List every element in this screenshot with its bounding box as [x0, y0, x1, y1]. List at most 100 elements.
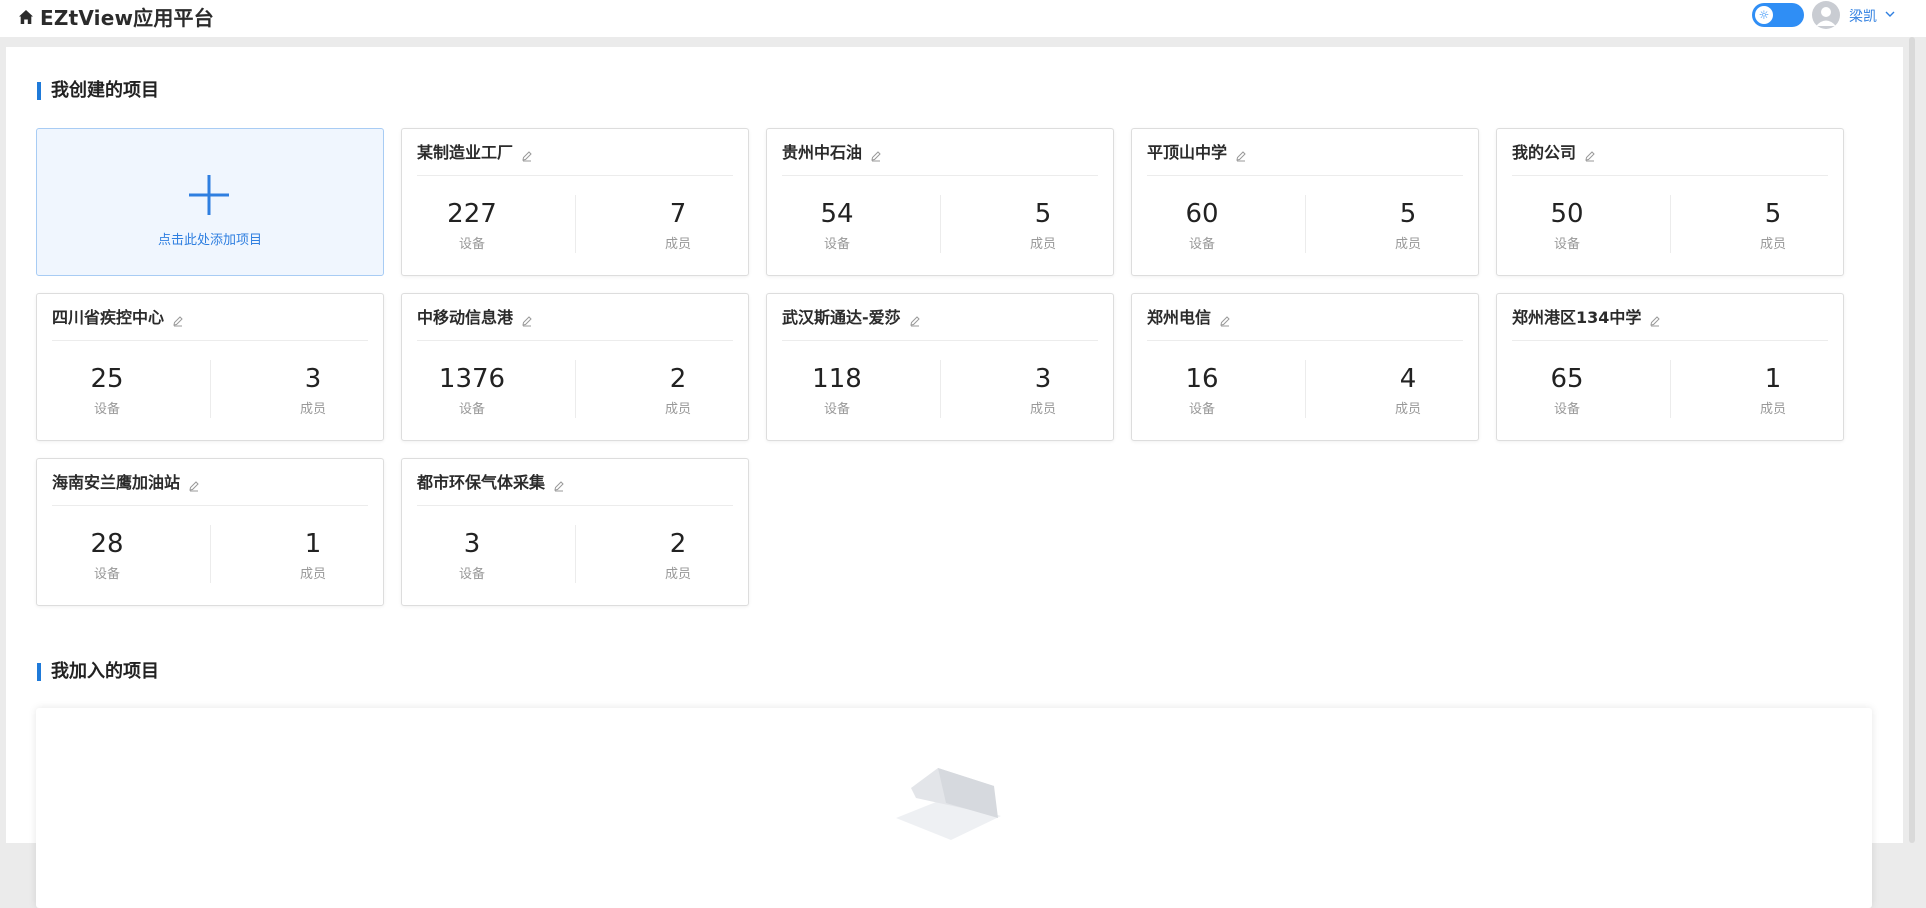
project-card[interactable]: 某制造业工厂 227 设备 7 成员 — [401, 128, 749, 276]
project-card[interactable]: 中移动信息港 1376 设备 2 成员 — [401, 293, 749, 441]
device-stat: 28 设备 — [47, 527, 167, 582]
device-label: 设备 — [458, 567, 485, 582]
member-stat: 3 成员 — [253, 362, 373, 417]
device-count: 65 — [1550, 364, 1584, 394]
card-header: 某制造业工厂 — [417, 143, 733, 176]
edit-icon[interactable] — [1219, 312, 1231, 331]
device-label: 设备 — [1188, 402, 1215, 417]
divider — [210, 525, 211, 583]
section-title-joined: 我加入的项目 — [37, 663, 159, 681]
project-card[interactable]: 平顶山中学 60 设备 5 成员 — [1131, 128, 1479, 276]
theme-toggle[interactable]: ☼ — [1752, 3, 1804, 27]
divider — [1305, 195, 1306, 253]
member-stat: 7 成员 — [618, 197, 738, 252]
device-label: 设备 — [823, 402, 850, 417]
add-project-card[interactable]: 点击此处添加项目 — [36, 128, 384, 276]
device-label: 设备 — [1188, 237, 1215, 252]
member-label: 成员 — [1759, 402, 1786, 417]
device-stat: 65 设备 — [1507, 362, 1627, 417]
section-title-created: 我创建的项目 — [37, 82, 159, 100]
joined-projects-panel — [36, 708, 1872, 908]
member-stat: 1 成员 — [253, 527, 373, 582]
device-count: 60 — [1185, 199, 1219, 229]
project-name: 中移动信息港 — [417, 308, 514, 327]
card-header: 中移动信息港 — [417, 308, 733, 341]
device-count: 50 — [1550, 199, 1584, 229]
device-stat: 16 设备 — [1142, 362, 1262, 417]
edit-icon[interactable] — [909, 312, 921, 331]
project-card[interactable]: 贵州中石油 54 设备 5 成员 — [766, 128, 1114, 276]
edit-icon[interactable] — [188, 477, 200, 496]
member-stat: 4 成员 — [1348, 362, 1468, 417]
card-header: 贵州中石油 — [782, 143, 1098, 176]
project-card[interactable]: 都市环保气体采集 3 设备 2 成员 — [401, 458, 749, 606]
chevron-down-icon[interactable] — [1884, 6, 1896, 25]
project-card[interactable]: 海南安兰鹰加油站 28 设备 1 成员 — [36, 458, 384, 606]
divider — [1305, 360, 1306, 418]
member-count: 2 — [669, 529, 687, 559]
divider — [210, 360, 211, 418]
card-header: 我的公司 — [1512, 143, 1828, 176]
device-stat: 25 设备 — [47, 362, 167, 417]
edit-icon[interactable] — [553, 477, 565, 496]
edit-icon[interactable] — [1235, 147, 1247, 166]
app-title: EZtView应用平台 — [40, 6, 214, 30]
project-card[interactable]: 武汉斯通达-爱莎 118 设备 3 成员 — [766, 293, 1114, 441]
member-count: 3 — [1034, 364, 1052, 394]
card-header: 武汉斯通达-爱莎 — [782, 308, 1098, 341]
project-card[interactable]: 郑州电信 16 设备 4 成员 — [1131, 293, 1479, 441]
divider — [940, 360, 941, 418]
project-name: 贵州中石油 — [782, 143, 863, 162]
device-stat: 1376 设备 — [412, 362, 532, 417]
device-stat: 227 设备 — [412, 197, 532, 252]
device-stat: 3 设备 — [412, 527, 532, 582]
avatar[interactable] — [1812, 1, 1840, 29]
divider — [940, 195, 941, 253]
device-label: 设备 — [1553, 402, 1580, 417]
device-stat: 118 设备 — [777, 362, 897, 417]
card-header: 郑州电信 — [1147, 308, 1463, 341]
member-stat: 1 成员 — [1713, 362, 1833, 417]
edit-icon[interactable] — [172, 312, 184, 331]
edit-icon[interactable] — [521, 312, 533, 331]
device-count: 54 — [820, 199, 854, 229]
edit-icon[interactable] — [870, 147, 882, 166]
member-label: 成员 — [1029, 237, 1056, 252]
member-stat: 5 成员 — [983, 197, 1103, 252]
project-name: 郑州港区134中学 — [1512, 308, 1642, 327]
card-header: 四川省疾控中心 — [52, 308, 368, 341]
divider — [575, 195, 576, 253]
member-count: 5 — [1034, 199, 1052, 229]
edit-icon[interactable] — [1649, 312, 1661, 331]
edit-icon[interactable] — [521, 147, 533, 166]
member-stat: 5 成员 — [1713, 197, 1833, 252]
member-label: 成员 — [299, 402, 326, 417]
member-label: 成员 — [664, 237, 691, 252]
device-count: 227 — [447, 199, 497, 229]
project-name: 都市环保气体采集 — [417, 473, 546, 492]
empty-box-icon — [876, 758, 1016, 862]
device-label: 设备 — [823, 237, 850, 252]
sun-icon: ☼ — [1755, 6, 1773, 24]
device-count: 118 — [812, 364, 862, 394]
device-label: 设备 — [458, 237, 485, 252]
member-count: 1 — [1764, 364, 1782, 394]
project-card[interactable]: 我的公司 50 设备 5 成员 — [1496, 128, 1844, 276]
member-stat: 2 成员 — [618, 362, 738, 417]
project-card[interactable]: 郑州港区134中学 65 设备 1 成员 — [1496, 293, 1844, 441]
project-card[interactable]: 四川省疾控中心 25 设备 3 成员 — [36, 293, 384, 441]
brand[interactable]: EZtView应用平台 — [18, 2, 214, 31]
member-stat: 2 成员 — [618, 527, 738, 582]
project-name: 某制造业工厂 — [417, 143, 514, 162]
card-header: 郑州港区134中学 — [1512, 308, 1828, 341]
page-scrollbar[interactable] — [1909, 37, 1915, 843]
plus-icon — [187, 173, 231, 221]
edit-icon[interactable] — [1584, 147, 1596, 166]
device-count: 28 — [90, 529, 124, 559]
user-name[interactable]: 梁凯 — [1849, 6, 1877, 26]
member-label: 成员 — [1394, 237, 1421, 252]
member-count: 7 — [669, 199, 687, 229]
card-header: 都市环保气体采集 — [417, 473, 733, 506]
device-count: 16 — [1185, 364, 1219, 394]
member-stat: 5 成员 — [1348, 197, 1468, 252]
